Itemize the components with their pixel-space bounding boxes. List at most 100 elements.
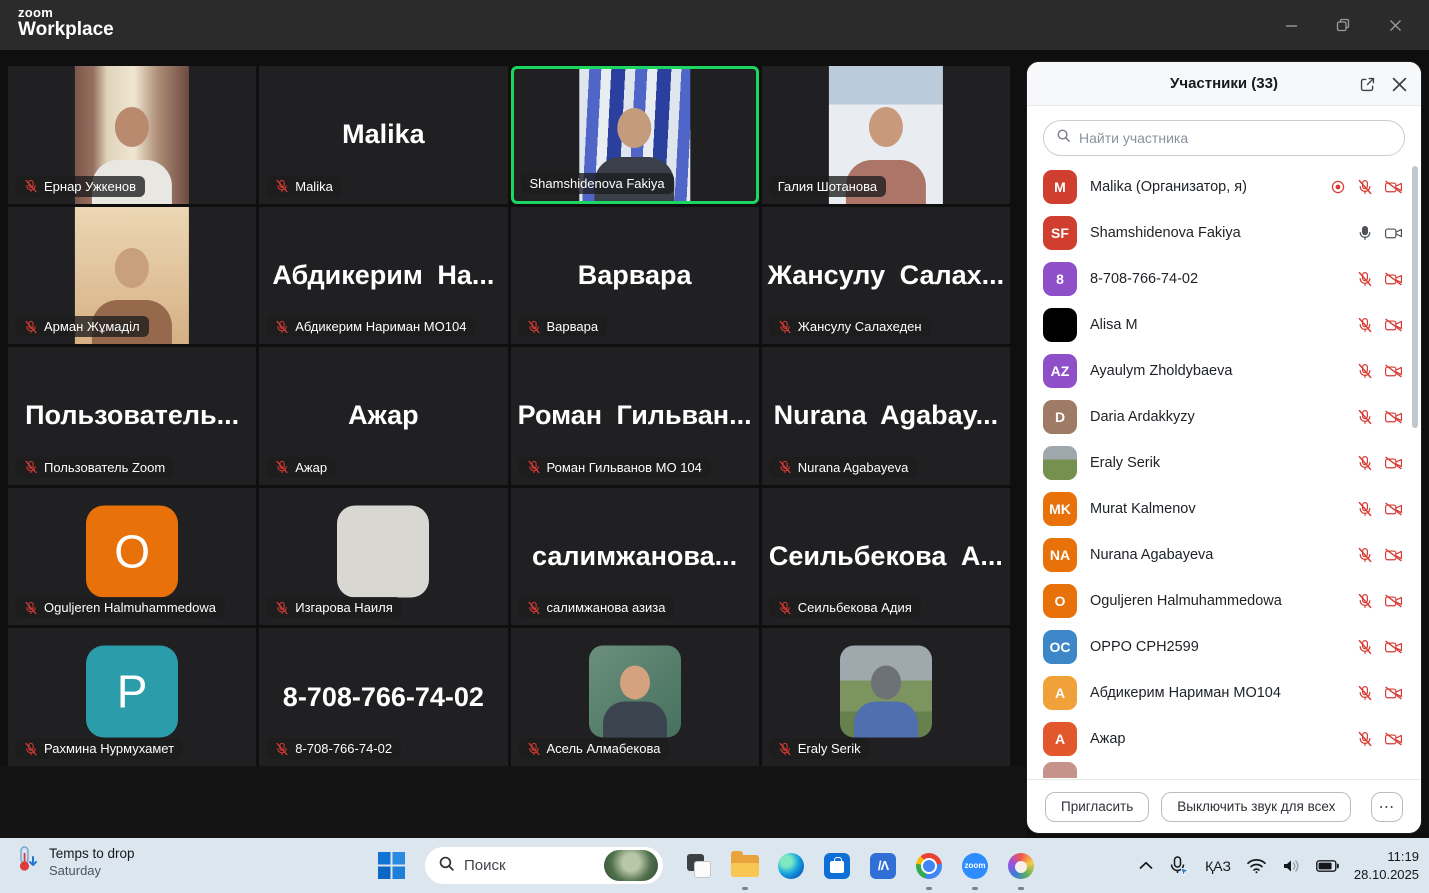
camera-off-icon (1384, 179, 1403, 195)
participant-row[interactable]: M Malika (Организатор, я) (1027, 164, 1421, 210)
video-tile[interactable]: Сеильбекова А...Сеильбекова Адия (762, 488, 1010, 626)
muted-mic-icon (778, 601, 792, 615)
muted-mic-icon (1357, 317, 1373, 333)
video-tile[interactable]: Жансулу Салах...Жансулу Салахеден (762, 207, 1010, 345)
participant-name: Malika (Организатор, я) (1090, 179, 1317, 195)
tile-name-text: 8-708-766-74-02 (295, 741, 392, 756)
clock[interactable]: 11:19 28.10.2025 (1354, 848, 1419, 883)
search-highlight-image[interactable] (604, 850, 658, 881)
minimize-button[interactable] (1265, 0, 1317, 50)
zoom-app-icon: zoom (962, 853, 988, 879)
video-tile[interactable]: салимжанова...салимжанова азиза (511, 488, 759, 626)
mute-all-button[interactable]: Выключить звук для всех (1161, 792, 1351, 822)
tile-name-label: Ажар (266, 457, 336, 478)
video-tile[interactable]: Ернар Ужкенов (8, 66, 256, 204)
muted-mic-icon (275, 320, 289, 334)
taskbar-app-file-explorer[interactable] (722, 838, 768, 893)
participant-row[interactable]: AZ Ayaulym Zholdybaeva (1027, 348, 1421, 394)
muted-mic-icon (275, 179, 289, 193)
video-tile[interactable]: OOguljeren Halmuhammedowa (8, 488, 256, 626)
video-tile[interactable]: Абдикерим На...Абдикерим Нариман МО104 (259, 207, 507, 345)
participant-row[interactable]: 8 8-708-766-74-02 (1027, 256, 1421, 302)
taskbar-app-paint[interactable] (998, 838, 1044, 893)
participants-panel: Участники (33) M Malika (Организатор, (1027, 62, 1421, 833)
participant-list: M Malika (Организатор, я) SF Shamshideno… (1027, 162, 1421, 779)
participant-name: OPPO CPH2599 (1090, 639, 1344, 655)
video-tile[interactable]: PРахмина Нурмухамет (8, 628, 256, 766)
taskbar-app-chrome[interactable] (906, 838, 952, 893)
participant-row[interactable]: SF Shamshidenova Fakiya (1027, 210, 1421, 256)
participant-row[interactable]: D Daria Ardakkyzy (1027, 394, 1421, 440)
wifi-icon[interactable] (1246, 858, 1267, 874)
tile-name-label: Shamshidenova Fakiya (521, 173, 674, 194)
taskbar-app-blue-a-app[interactable]: /Λ (860, 838, 906, 893)
taskbar-app-edge[interactable] (768, 838, 814, 893)
window-controls (1265, 0, 1421, 50)
tile-name-text: Сеильбекова Адия (798, 600, 912, 615)
video-tile[interactable]: Асель Алмабекова (511, 628, 759, 766)
invite-button[interactable]: Пригласить (1045, 792, 1149, 822)
video-tile[interactable]: MalikaMalika (259, 66, 507, 204)
video-tile[interactable]: Роман Гильван...Роман Гильванов МО 104 (511, 347, 759, 485)
muted-mic-icon (24, 320, 38, 334)
taskbar-app-task-view[interactable] (676, 838, 722, 893)
participant-row[interactable]: Alisa M (1027, 302, 1421, 348)
participant-search[interactable] (1043, 120, 1405, 156)
muted-mic-icon (24, 742, 38, 756)
participant-avatar: MK (1043, 492, 1077, 526)
tile-name-text: Пользователь Zoom (44, 460, 165, 475)
popout-icon[interactable] (1357, 74, 1377, 94)
participant-row[interactable]: O Oguljeren Halmuhammedowa (1027, 578, 1421, 624)
video-tile[interactable]: Арман Жұмаділ (8, 207, 256, 345)
search-input[interactable] (1079, 130, 1392, 146)
hidden-icons-chevron-icon[interactable] (1139, 861, 1153, 870)
video-tile[interactable]: Галия Шотанова (762, 66, 1010, 204)
participant-row[interactable]: Eraly Serik (1027, 440, 1421, 486)
weather-widget[interactable]: Temps to drop Saturday (14, 845, 135, 878)
muted-mic-icon (527, 601, 541, 615)
more-options-button[interactable]: ⋯ (1371, 792, 1403, 822)
tile-name-label: Жансулу Салахеден (769, 316, 931, 337)
participant-row[interactable]: MK Murat Kalmenov (1027, 486, 1421, 532)
language-indicator[interactable]: ҚАЗ (1205, 858, 1231, 874)
tile-name-text: Ернар Ужкенов (44, 179, 136, 194)
muted-mic-icon (1357, 409, 1373, 425)
battery-icon[interactable] (1316, 860, 1339, 872)
video-tile[interactable]: АжарАжар (259, 347, 507, 485)
close-icon[interactable] (1389, 74, 1409, 94)
video-tile[interactable]: Изгарова Наиля (259, 488, 507, 626)
list-scrollbar[interactable] (1412, 166, 1418, 428)
taskbar-app-microsoft-store[interactable] (814, 838, 860, 893)
participant-row[interactable]: A Ажар (1027, 716, 1421, 762)
microphone-in-use-icon[interactable] (1168, 856, 1190, 876)
file-explorer-icon (731, 855, 759, 877)
tile-name-label: Абдикерим Нариман МО104 (266, 316, 475, 337)
blue-a-app-icon: /Λ (870, 853, 896, 879)
video-tile[interactable]: Пользователь...Пользователь Zoom (8, 347, 256, 485)
participant-name: Eraly Serik (1090, 455, 1344, 471)
participant-row[interactable]: NA Nurana Agabayeva (1027, 532, 1421, 578)
video-tile[interactable]: ВарвараВарвара (511, 207, 759, 345)
restore-button[interactable] (1317, 0, 1369, 50)
taskbar-search[interactable]: Поиск (424, 846, 664, 885)
video-tile[interactable]: Nurana Agabay...Nurana Agabayeva (762, 347, 1010, 485)
muted-mic-icon (778, 742, 792, 756)
tile-name-label: Пользователь Zoom (15, 457, 174, 478)
participant-avatar: SF (1043, 216, 1077, 250)
participant-row[interactable]: A Абдикерим Нариман МО104 (1027, 670, 1421, 716)
taskbar-app-zoom[interactable]: zoom (952, 838, 998, 893)
video-tile[interactable]: Shamshidenova Fakiya (511, 66, 759, 204)
tile-name-text: Абдикерим Нариман МО104 (295, 319, 466, 334)
participant-row[interactable]: OC OPPO CPH2599 (1027, 624, 1421, 670)
camera-off-icon (1384, 547, 1403, 563)
search-icon (1056, 128, 1071, 148)
close-window-button[interactable] (1369, 0, 1421, 50)
muted-mic-icon (527, 320, 541, 334)
volume-icon[interactable] (1282, 858, 1301, 874)
video-tile[interactable]: 8-708-766-74-028-708-766-74-02 (259, 628, 507, 766)
participant-row-partial[interactable] (1027, 762, 1421, 778)
tile-name-text: Галия Шотанова (778, 179, 877, 194)
video-tile[interactable]: Eraly Serik (762, 628, 1010, 766)
tile-name-label: Сеильбекова Адия (769, 597, 921, 618)
start-button[interactable] (378, 852, 405, 879)
